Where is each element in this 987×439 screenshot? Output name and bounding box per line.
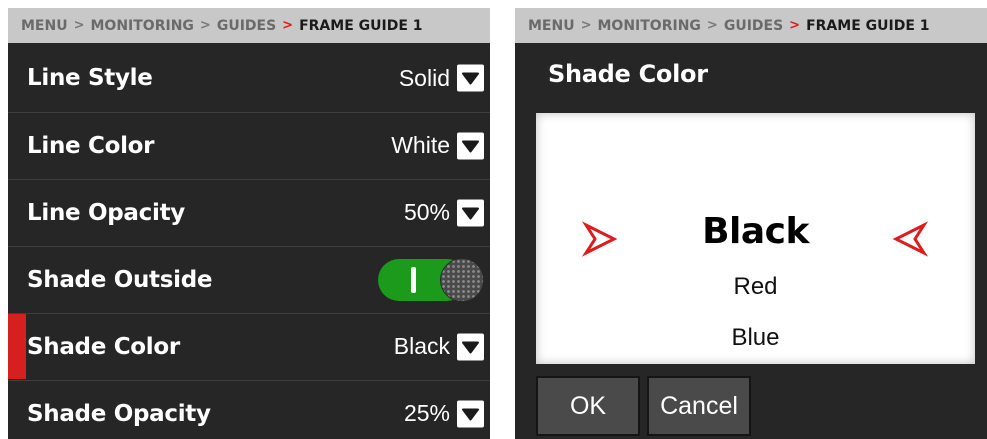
arrow-left-icon: [892, 221, 928, 257]
row-label: Line Color: [27, 132, 155, 159]
row-label: Shade Opacity: [27, 400, 211, 427]
menu-row-line-opacity[interactable]: Line Opacity 50%: [8, 179, 490, 245]
cancel-button[interactable]: Cancel: [647, 376, 751, 436]
ok-button[interactable]: OK: [536, 376, 640, 436]
chevron-down-icon[interactable]: [457, 64, 484, 92]
menu-row-line-style[interactable]: Line Style Solid: [8, 45, 490, 111]
separator-chevron-icon: >: [706, 18, 718, 33]
menu-row-line-color[interactable]: Line Color White: [8, 112, 490, 178]
breadcrumb-item-guides[interactable]: GUIDES: [724, 18, 783, 34]
frame-guide-menu-panel: MENU > MONITORING > GUIDES > FRAME GUIDE…: [8, 8, 490, 439]
breadcrumb-item-monitoring[interactable]: MONITORING: [91, 18, 194, 34]
breadcrumb: MENU > MONITORING > GUIDES > FRAME GUIDE…: [8, 8, 490, 43]
menu-row-shade-opacity[interactable]: Shade Opacity 25%: [8, 380, 490, 439]
chevron-down-icon[interactable]: [457, 333, 484, 360]
row-label: Shade Color: [27, 333, 180, 360]
breadcrumb-item-menu[interactable]: MENU: [21, 18, 68, 34]
row-label: Line Style: [27, 65, 153, 91]
separator-chevron-icon: >: [282, 18, 294, 33]
picker-option[interactable]: Red: [536, 273, 975, 301]
breadcrumb-item-monitoring[interactable]: MONITORING: [598, 18, 701, 34]
shade-outside-toggle[interactable]: [378, 257, 486, 303]
breadcrumb-item-menu[interactable]: MENU: [528, 18, 575, 34]
separator-chevron-icon: >: [199, 18, 211, 33]
row-value: Solid: [398, 64, 450, 91]
selected-row-marker: [8, 314, 26, 379]
row-value: White: [391, 132, 450, 158]
chevron-down-icon[interactable]: [457, 400, 484, 427]
menu-row-shade-color[interactable]: Shade Color Black: [8, 313, 490, 379]
picker-option[interactable]: Blue: [536, 324, 975, 352]
separator-chevron-icon: >: [73, 18, 85, 33]
color-picker-wheel[interactable]: Black Red Blue: [536, 113, 975, 364]
row-label: Line Opacity: [27, 199, 185, 226]
row-label: Shade Outside: [27, 266, 213, 293]
toggle-knob[interactable]: [440, 257, 484, 302]
toggle-on-icon: [411, 266, 416, 293]
breadcrumb-item-current: FRAME GUIDE 1: [806, 17, 930, 34]
chevron-down-icon[interactable]: [457, 199, 484, 226]
menu-row-shade-outside: Shade Outside: [8, 246, 490, 312]
separator-chevron-icon: >: [789, 18, 801, 33]
row-value: Black: [393, 333, 450, 359]
shade-color-dialog: MENU > MONITORING > GUIDES > FRAME GUIDE…: [515, 8, 987, 439]
chevron-down-icon[interactable]: [457, 132, 484, 159]
row-value: 25%: [403, 400, 450, 426]
dialog-title: Shade Color: [548, 60, 708, 88]
breadcrumb: MENU > MONITORING > GUIDES > FRAME GUIDE…: [515, 8, 987, 43]
separator-chevron-icon: >: [580, 18, 592, 33]
row-value: 50%: [403, 199, 450, 225]
breadcrumb-item-guides[interactable]: GUIDES: [217, 18, 276, 34]
breadcrumb-item-current: FRAME GUIDE 1: [299, 17, 423, 34]
